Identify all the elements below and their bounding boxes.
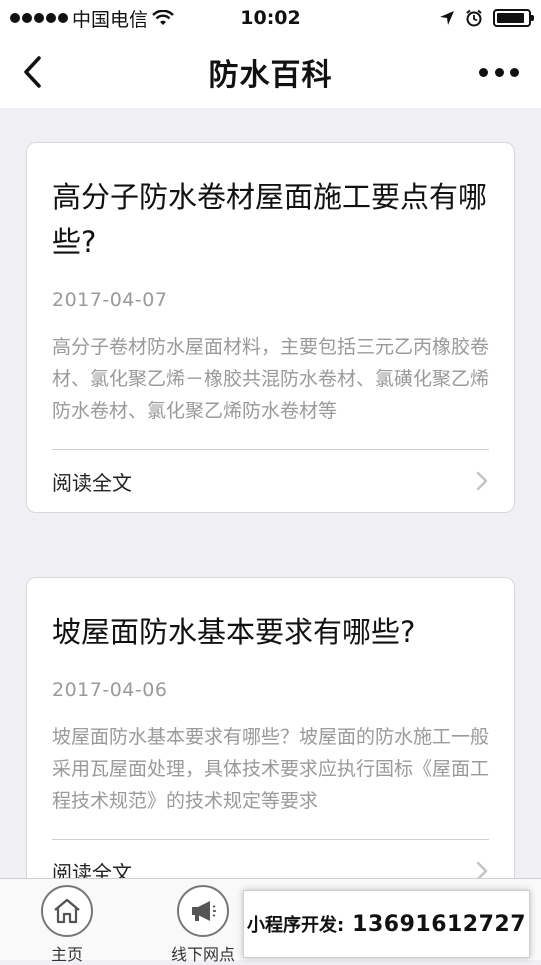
article-excerpt: 高分子卷材防水屋面材料，主要包括三元乙丙橡胶卷材、氯化聚乙烯－橡胶共混防水卷材、… xyxy=(52,336,489,422)
wifi-icon xyxy=(152,10,174,25)
back-button[interactable] xyxy=(14,54,50,90)
tab-label: 线下网点 xyxy=(170,945,235,964)
tab-home[interactable]: 主页 xyxy=(17,885,117,965)
article-date: 2017-04-06 xyxy=(52,679,168,701)
home-icon xyxy=(41,885,93,937)
status-bar: 中国电信 10:02 xyxy=(0,0,541,36)
chevron-right-icon xyxy=(476,471,488,491)
alarm-clock-icon xyxy=(466,9,482,27)
article-card[interactable]: 坡屋面防水基本要求有哪些? 2017-04-06 坡屋面防水基本要求有哪些？坡屋… xyxy=(26,577,515,878)
chevron-right-icon xyxy=(476,861,488,878)
more-options-button[interactable] xyxy=(479,58,519,86)
read-more-link[interactable]: 阅读全文 xyxy=(52,857,132,879)
tab-label: 主页 xyxy=(50,945,83,964)
more-dot xyxy=(479,67,488,77)
promo-banner: 小程序开发: 13691612727 xyxy=(243,890,530,958)
carrier-name: 中国电信 xyxy=(72,8,149,31)
battery-level xyxy=(497,13,524,23)
chevron-left-icon xyxy=(24,56,41,88)
status-right xyxy=(439,9,534,27)
battery-icon xyxy=(493,9,534,27)
status-left: 中国电信 xyxy=(10,5,210,32)
more-dot xyxy=(510,67,519,77)
read-more-link[interactable]: 阅读全文 xyxy=(52,467,132,496)
navigation-bar: 防水百科 xyxy=(0,36,541,108)
megaphone-icon xyxy=(177,885,229,937)
article-title[interactable]: 坡屋面防水基本要求有哪些? xyxy=(52,610,489,655)
tab-offline-stores[interactable]: 线下网点 xyxy=(153,885,253,965)
article-excerpt: 坡屋面防水基本要求有哪些？坡屋面的防水施工一般采用瓦屋面处理，具体技术要求应执行… xyxy=(52,726,489,812)
promo-label: 小程序开发: xyxy=(246,915,345,936)
more-dot xyxy=(494,67,504,77)
article-date: 2017-04-07 xyxy=(52,289,168,311)
location-arrow-icon xyxy=(440,11,454,25)
article-list[interactable]: 高分子防水卷材屋面施工要点有哪些? 2017-04-07 高分子卷材防水屋面材料… xyxy=(0,108,541,878)
article-title[interactable]: 高分子防水卷材屋面施工要点有哪些? xyxy=(52,175,489,265)
read-more-row[interactable]: 阅读全文 xyxy=(52,840,489,878)
read-more-row[interactable]: 阅读全文 xyxy=(52,450,489,512)
promo-phone-number[interactable]: 13691612727 xyxy=(352,912,526,937)
page-title: 防水百科 xyxy=(208,58,333,93)
article-card[interactable]: 高分子防水卷材屋面施工要点有哪些? 2017-04-07 高分子卷材防水屋面材料… xyxy=(26,142,515,513)
signal-strength-icon xyxy=(10,13,68,23)
